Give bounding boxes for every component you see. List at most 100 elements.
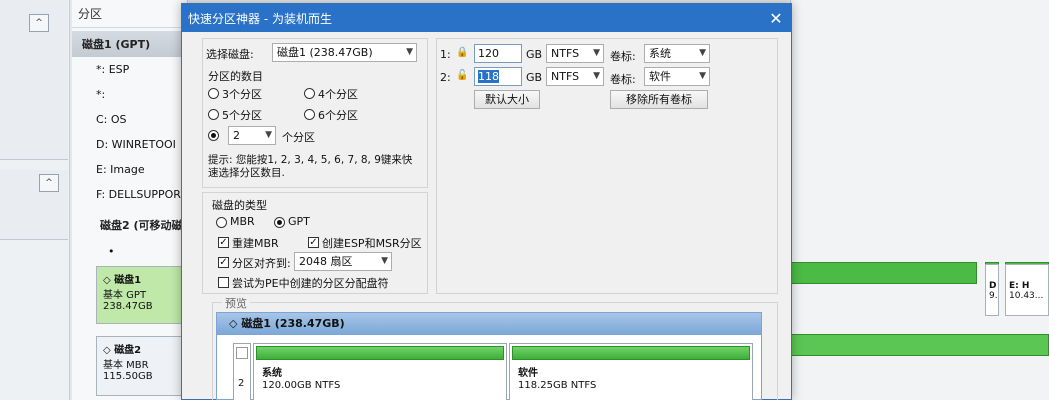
preview-partition[interactable]: 软件 118.25GB NTFS: [509, 343, 753, 400]
option-label: 5个分区: [222, 109, 262, 122]
hint-text: 提示: 您能按1, 2, 3, 4, 5, 6, 7, 8, 9键来快速选择分区…: [208, 154, 413, 179]
radio-4-partitions[interactable]: [304, 88, 315, 99]
volume-label-label: 卷标:: [610, 50, 636, 63]
partition-box[interactable]: E: H 10.43...: [1005, 264, 1049, 316]
disk1-card[interactable]: ◇ 磁盘1 基本 GPT 238.47GB: [96, 266, 194, 324]
preview-index-checkbox: [236, 347, 248, 359]
partition-size-input[interactable]: 120: [474, 44, 522, 63]
preview-partition-name: 软件: [518, 368, 538, 379]
partition-bar: [777, 334, 1049, 356]
volume-label-value: 系统: [649, 47, 671, 60]
preview-disk-header: ◇ 磁盘1 (238.47GB): [217, 313, 761, 335]
custom-count-select[interactable]: 2 ▼: [228, 126, 276, 145]
preview-label: 预览: [222, 295, 250, 311]
option-label: 6个分区: [318, 109, 358, 122]
create-esp-label: 创建ESP和MSR分区: [322, 237, 422, 250]
partition-letter: E: H: [1009, 281, 1030, 291]
custom-count-value: 2: [233, 129, 240, 142]
tree-item[interactable]: F: DELLSUPPOR: [72, 182, 187, 207]
tree-item[interactable]: D: WINRETOOI: [72, 132, 187, 157]
try-pe-label: 尝试为PE中创建的分区分配盘符: [232, 277, 389, 290]
disk-card-type: 基本 GPT: [103, 290, 147, 301]
partition-size: 10.43...: [1009, 291, 1044, 301]
volume-label-select[interactable]: 系统 ▼: [644, 44, 710, 63]
remove-labels-button[interactable]: 移除所有卷标: [610, 90, 708, 109]
rebuild-mbr-label: 重建MBR: [232, 237, 279, 250]
right-disk-area: D 9. E: H 10.43...: [777, 0, 1049, 400]
select-disk-label: 选择磁盘:: [206, 48, 254, 61]
tree-item: •: [108, 245, 115, 258]
collapse-up-icon[interactable]: ^: [29, 14, 49, 32]
preview-partition[interactable]: 系统 120.00GB NTFS: [253, 343, 507, 400]
unlock-icon[interactable]: 🔓: [456, 70, 468, 81]
disk2-card[interactable]: ◇ 磁盘2 基本 MBR 115.50GB: [96, 336, 194, 396]
chevron-down-icon: ▼: [406, 47, 413, 57]
preview-partition-name: 系统: [262, 368, 282, 379]
radio-custom-partitions[interactable]: [208, 130, 219, 141]
preview-index: 2: [238, 378, 245, 389]
tree-item[interactable]: *:: [72, 82, 187, 107]
preview-disk: ◇ 磁盘1 (238.47GB) 2 系统 120.00GB NTFS 软件 1…: [216, 312, 762, 400]
try-pe-checkbox[interactable]: [218, 277, 229, 288]
radio-mbr[interactable]: [216, 217, 227, 228]
chevron-down-icon: ▼: [265, 130, 272, 140]
volume-label-select[interactable]: 软件 ▼: [644, 67, 710, 86]
tree-item[interactable]: C: OS: [72, 107, 187, 132]
dialog-titlebar[interactable]: 快速分区神器 - 为装机而生 ✕: [182, 4, 791, 32]
partition-size: 9.: [989, 291, 998, 301]
row-index: 1:: [440, 48, 451, 61]
tree-item[interactable]: E: Image: [72, 157, 187, 182]
filesystem-value: NTFS: [551, 47, 580, 60]
chevron-down-icon: ▼: [699, 48, 706, 58]
row-index: 2:: [440, 71, 451, 84]
dialog-title: 快速分区神器 - 为装机而生: [188, 11, 332, 26]
align-label: 分区对齐到:: [232, 257, 291, 270]
disk-card-name: 磁盘2: [114, 345, 142, 356]
volume-label-value: 软件: [649, 70, 671, 83]
filesystem-select[interactable]: NTFS ▼: [546, 44, 604, 63]
disk-card-size: 115.50GB: [103, 371, 153, 382]
chevron-down-icon: ▼: [593, 71, 600, 81]
partition-fill-bar: [256, 346, 504, 360]
disk-card-size: 238.47GB: [103, 301, 153, 312]
disk-select[interactable]: 磁盘1 (238.47GB) ▼: [272, 43, 417, 62]
rebuild-mbr-checkbox[interactable]: ✓: [218, 237, 229, 248]
chevron-down-icon: ▼: [593, 48, 600, 58]
tree-header: 分区: [72, 0, 187, 28]
align-select[interactable]: 2048 扇区 ▼: [294, 252, 392, 271]
tree-disk2[interactable]: 磁盘2 (可移动磁: [72, 207, 187, 239]
partition-count-label: 分区的数目: [208, 70, 263, 83]
lock-icon[interactable]: 🔒: [456, 47, 468, 58]
size-unit: GB: [526, 71, 543, 84]
collapse-up-icon[interactable]: ^: [39, 174, 59, 192]
default-size-button[interactable]: 默认大小: [474, 90, 540, 109]
partition-box[interactable]: D 9.: [985, 264, 999, 316]
align-select-value: 2048 扇区: [299, 255, 353, 268]
create-esp-checkbox[interactable]: ✓: [308, 237, 319, 248]
chevron-down-icon: ▼: [381, 256, 388, 266]
tree-disk1[interactable]: 磁盘1 (GPT): [72, 31, 187, 57]
mbr-label: MBR: [230, 215, 255, 228]
close-icon[interactable]: ✕: [761, 9, 791, 28]
radio-3-partitions[interactable]: [208, 88, 219, 99]
disk-card-type: 基本 MBR: [103, 360, 149, 371]
partition-size-input[interactable]: 118: [474, 67, 522, 86]
filesystem-select[interactable]: NTFS ▼: [546, 67, 604, 86]
chevron-down-icon: ▼: [699, 71, 706, 81]
size-unit: GB: [526, 48, 543, 61]
radio-gpt[interactable]: [274, 217, 285, 228]
align-checkbox[interactable]: ✓: [218, 257, 229, 268]
tree-item[interactable]: *: ESP: [72, 57, 187, 82]
preview-index-box: 2: [233, 343, 251, 400]
preview-partition-info: 120.00GB NTFS: [262, 380, 341, 391]
radio-6-partitions[interactable]: [304, 109, 315, 120]
partition-bar: [777, 262, 977, 284]
disk-icon: ◇: [103, 345, 111, 356]
filesystem-value: NTFS: [551, 70, 580, 83]
preview-disk-title: 磁盘1 (238.47GB): [241, 317, 345, 330]
disk-type-label: 磁盘的类型: [212, 199, 267, 212]
partition-letter: D: [989, 281, 997, 291]
radio-5-partitions[interactable]: [208, 109, 219, 120]
volume-label-label: 卷标:: [610, 73, 636, 86]
disk-select-value: 磁盘1 (238.47GB): [277, 46, 373, 59]
